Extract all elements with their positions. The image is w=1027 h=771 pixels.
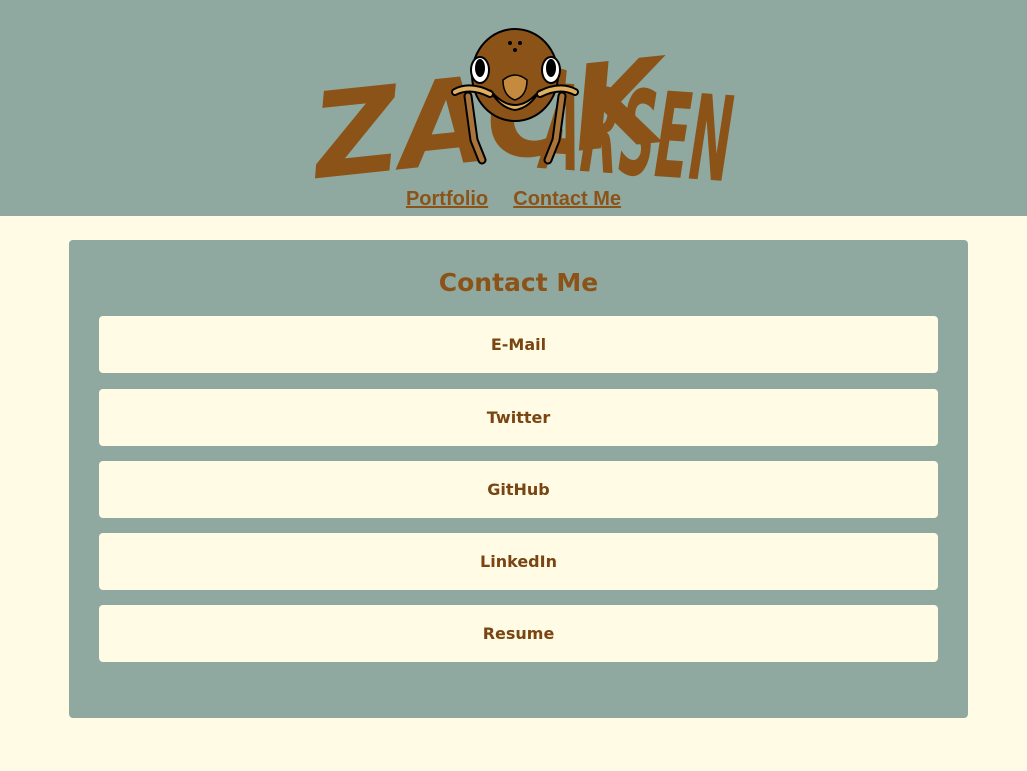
- logo[interactable]: ZACK ARSEN: [0, 0, 1027, 200]
- nav-link-contact-me[interactable]: Contact Me: [513, 188, 621, 211]
- email-button[interactable]: E-Mail: [99, 316, 938, 373]
- nav-link-portfolio[interactable]: Portfolio: [406, 188, 488, 211]
- site-header: ZACK ARSEN Portfolio Contact Me: [0, 0, 1027, 216]
- resume-button[interactable]: Resume: [99, 605, 938, 662]
- twitter-button[interactable]: Twitter: [99, 389, 938, 446]
- github-button[interactable]: GitHub: [99, 461, 938, 518]
- linkedin-button[interactable]: LinkedIn: [99, 533, 938, 590]
- logo-text-right: ARSEN: [535, 58, 738, 200]
- main-nav: Portfolio Contact Me: [0, 188, 1027, 211]
- contact-title: Contact Me: [438, 268, 599, 297]
